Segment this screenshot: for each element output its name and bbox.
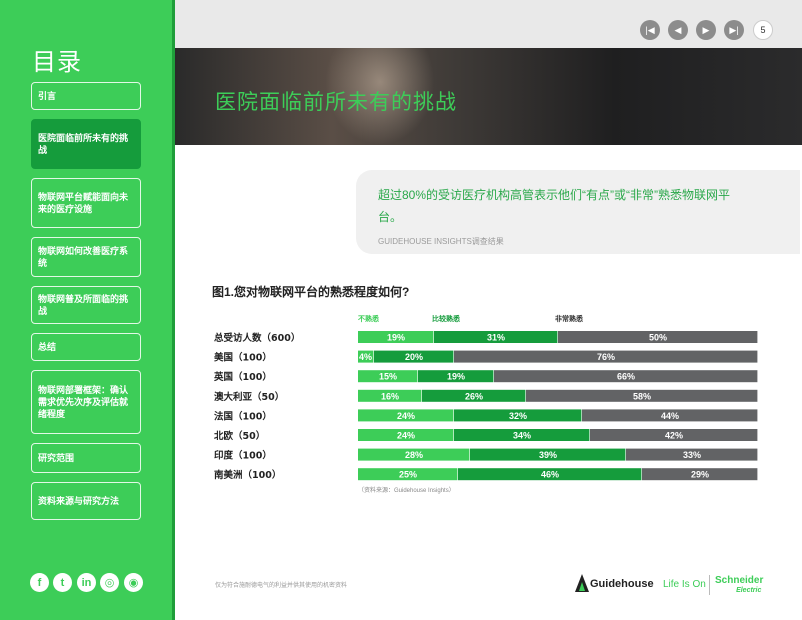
data-label: 4% [359,352,372,362]
data-label: 16% [381,391,399,401]
data-label: 15% [379,372,397,382]
category-label: 澳大利亚（50） [214,391,284,403]
category-label: 法国（100） [214,410,272,422]
category-label: 印度（100） [214,450,272,462]
chart-source: （资料来源：Guidehouse Insights） [358,488,455,494]
category-label: 美国（100） [213,352,272,364]
data-label: 25% [399,470,417,480]
schneider-logo-text: Schneider [715,575,764,586]
category-label: 南美洲（100） [214,469,281,481]
guidehouse-logo-accent [579,582,585,591]
category-label: 总受访人数（600） [214,332,300,344]
legend-label: 不熟悉 [358,314,380,323]
data-label: 24% [397,411,415,421]
data-label: 29% [691,470,709,480]
data-label: 20% [405,352,423,362]
data-label: 19% [447,372,465,382]
data-label: 33% [683,450,701,460]
data-label: 34% [513,431,531,441]
legend-label: 非常熟悉 [555,314,584,323]
stacked-bar-chart: 不熟悉 比较熟悉 非常熟悉总受访人数（600） 19% 31% 50% 美国（100） 4% 2… [213,314,758,481]
data-label: 76% [597,352,615,362]
guidehouse-logo-text: Guidehouse [590,578,654,590]
footer-disclaimer: 仅为符合施耐德电气的利益并供其使用的机密资料 [215,583,348,589]
data-label: 39% [539,450,557,460]
legend-label: 比较熟悉 [432,314,461,323]
data-label: 32% [509,411,527,421]
category-label: 英国（100） [214,371,272,383]
data-label: 28% [405,450,423,460]
data-label: 58% [633,391,651,401]
schneider-logo: Schneider Electric [715,576,763,596]
logo-divider [709,575,710,595]
data-label: 26% [465,391,483,401]
data-label: 31% [487,333,505,343]
data-label: 42% [665,431,683,441]
data-label: 46% [541,470,559,480]
lifeison-logo-text: Life Is On [663,579,706,590]
category-label: 北欧（50） [214,430,265,442]
data-label: 66% [617,372,635,382]
data-label: 19% [387,333,405,343]
data-label: 24% [397,431,415,441]
data-label: 44% [661,411,679,421]
data-label: 50% [649,333,667,343]
schneider-logo-sub: Electric [736,587,762,594]
